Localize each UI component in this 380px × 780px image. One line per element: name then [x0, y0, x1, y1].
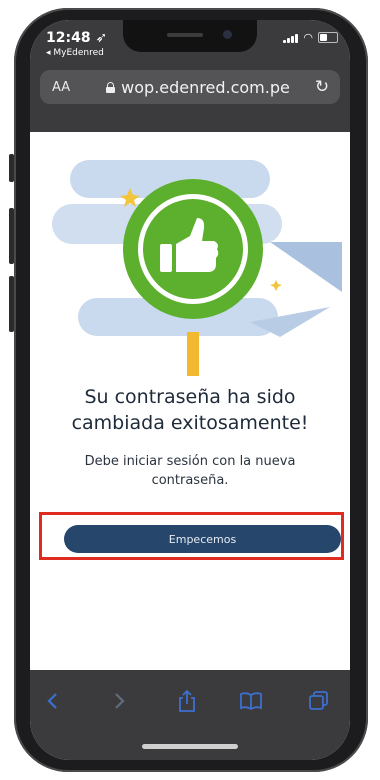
lollipop-stick — [187, 332, 199, 376]
page-content: Su contraseña ha sido cambiada exitosame… — [30, 132, 350, 670]
status-icons: ◠ — [283, 32, 338, 43]
speaker — [167, 33, 203, 37]
success-illustration — [52, 160, 342, 376]
browser-top-bar: 12:48 ➶ ◂ MyEdenred ◠ AA wop.edenred.com… — [30, 20, 350, 132]
phone-screen: 12:48 ➶ ◂ MyEdenred ◠ AA wop.edenred.com… — [30, 20, 350, 760]
front-camera — [223, 30, 232, 39]
volume-down-button — [9, 276, 14, 332]
lock-icon — [106, 81, 116, 93]
sparkle-small-icon — [270, 280, 282, 291]
tabs-icon[interactable] — [304, 686, 334, 716]
bookmarks-icon[interactable] — [236, 686, 266, 716]
back-icon[interactable] — [38, 686, 68, 716]
page-title: Su contraseña ha sido cambiada exitosame… — [30, 384, 350, 436]
wifi-icon: ◠ — [303, 30, 313, 44]
notch — [123, 20, 257, 52]
share-icon[interactable] — [172, 686, 202, 716]
subtitle-line-2: contraseña. — [151, 473, 229, 488]
browser-toolbar — [30, 670, 350, 760]
back-to-app-link[interactable]: ◂ MyEdenred — [46, 48, 104, 58]
url-display[interactable]: wop.edenred.com.pe — [92, 78, 304, 97]
title-line-1: Su contraseña ha sido — [84, 386, 296, 408]
url-text: wop.edenred.com.pe — [121, 77, 290, 97]
title-line-2: cambiada exitosamente! — [71, 412, 309, 434]
mute-switch — [9, 154, 14, 182]
shadow-triangle — [270, 242, 342, 292]
reload-icon[interactable]: ↻ — [304, 77, 340, 97]
address-bar[interactable]: AA wop.edenred.com.pe ↻ — [40, 70, 340, 104]
forward-icon[interactable] — [104, 686, 134, 716]
signal-icon — [283, 33, 299, 43]
start-button[interactable]: Empecemos — [64, 525, 341, 553]
text-size-button[interactable]: AA — [52, 80, 92, 95]
page-subtitle: Debe iniciar sesión con la nueva contras… — [30, 452, 350, 490]
battery-icon — [318, 32, 338, 43]
volume-up-button — [9, 208, 14, 264]
subtitle-line-1: Debe iniciar sesión con la nueva — [84, 454, 296, 469]
home-indicator — [142, 744, 238, 749]
status-time: 12:48 ➶ — [46, 30, 108, 46]
